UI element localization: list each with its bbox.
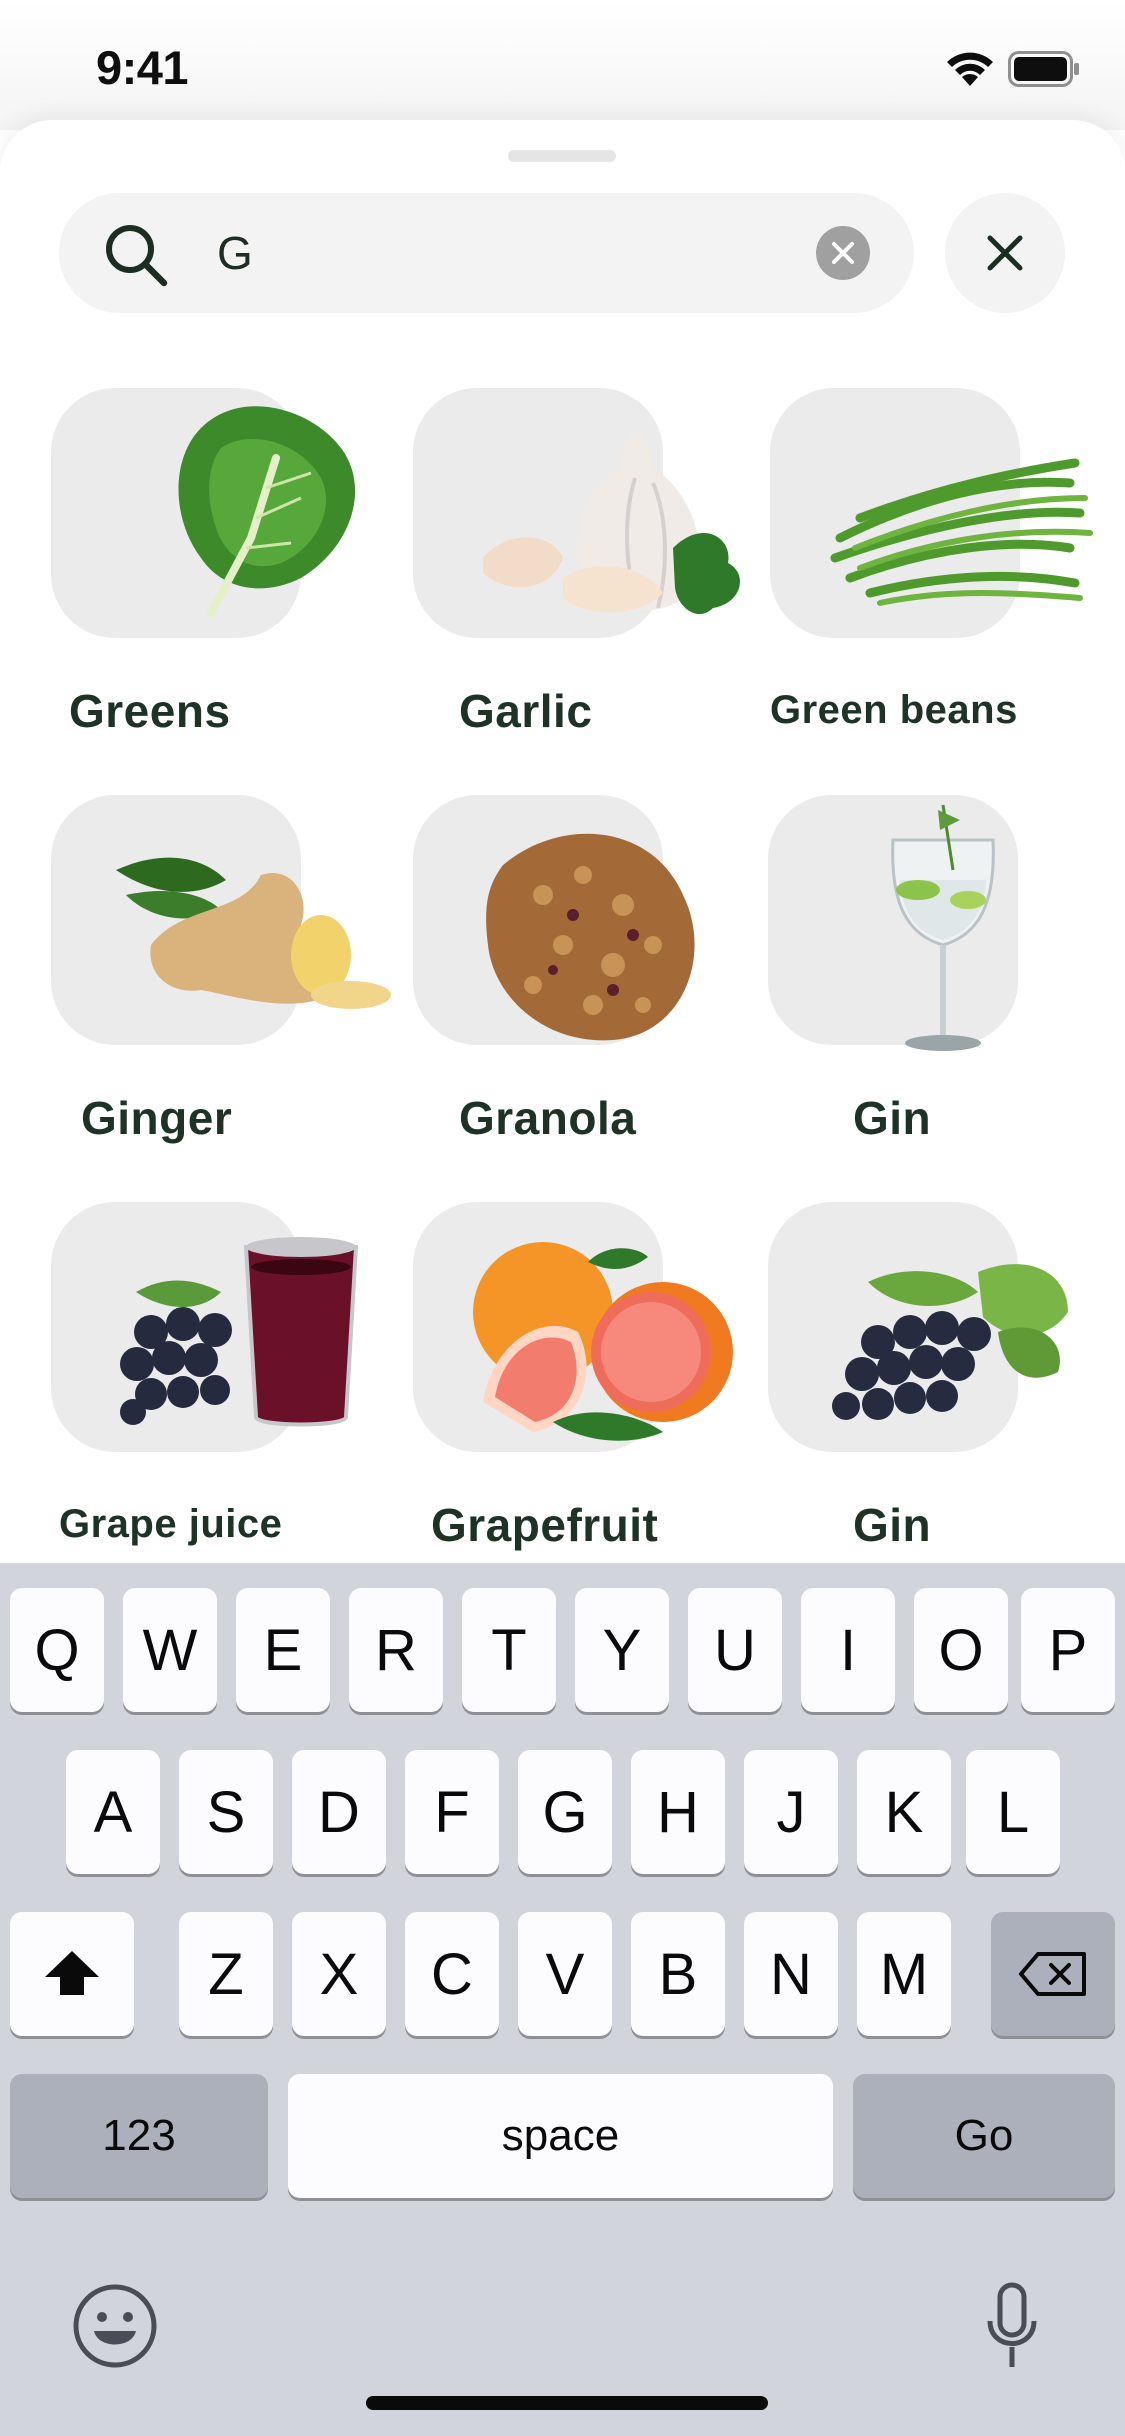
key-r[interactable]: R <box>349 1588 443 1712</box>
space-key[interactable]: space <box>288 2074 833 2198</box>
result-tile-green-beans[interactable]: Green beans <box>770 388 1125 768</box>
key-d[interactable]: D <box>292 1750 386 1874</box>
key-p[interactable]: P <box>1021 1588 1115 1712</box>
key-q[interactable]: Q <box>10 1588 104 1712</box>
battery-icon <box>1008 51 1079 87</box>
delete-key[interactable] <box>991 1912 1115 2036</box>
result-label: Green beans <box>770 688 1018 732</box>
key-i[interactable]: I <box>801 1588 895 1712</box>
result-label: Gin <box>853 1092 932 1144</box>
key-y[interactable]: Y <box>575 1588 669 1712</box>
result-tile-gin[interactable]: Gin <box>768 795 1125 1175</box>
status-bar: 9:41 <box>0 0 1125 130</box>
key-b[interactable]: B <box>631 1912 725 2036</box>
result-tile-grape-juice[interactable]: Grape juice <box>51 1202 421 1582</box>
key-o[interactable]: O <box>914 1588 1008 1712</box>
results-grid: Greens Garlic Green beans Ginger Granola… <box>0 258 1125 1551</box>
green-beans-image <box>830 458 1093 606</box>
result-tile-greens[interactable]: Greens <box>51 388 421 768</box>
key-t[interactable]: T <box>462 1588 556 1712</box>
result-label: Ginger <box>81 1092 233 1144</box>
key-w[interactable]: W <box>123 1588 217 1712</box>
sheet-grabber[interactable] <box>508 150 616 162</box>
grape-juice-image <box>120 1237 359 1427</box>
result-tile-grapefruit[interactable]: Grapefruit <box>413 1202 783 1582</box>
key-j[interactable]: J <box>744 1750 838 1874</box>
garlic-image <box>483 433 740 615</box>
numbers-key[interactable]: 123 <box>10 2074 268 2198</box>
key-g[interactable]: G <box>518 1750 612 1874</box>
key-e[interactable]: E <box>236 1588 330 1712</box>
result-label: Garlic <box>459 685 593 737</box>
wifi-icon <box>947 52 993 86</box>
key-s[interactable]: S <box>179 1750 273 1874</box>
gin-glass-image <box>891 804 995 1051</box>
result-label: Granola <box>459 1092 637 1144</box>
shift-icon <box>45 1951 99 1995</box>
result-label: Gin <box>853 1499 932 1551</box>
result-tile-ginger[interactable]: Ginger <box>51 795 421 1175</box>
ginger-image <box>116 857 391 1009</box>
granola-image <box>486 833 695 1041</box>
key-c[interactable]: C <box>405 1912 499 2036</box>
keyboard: Q W E R T Y U I O P A S D F G H J K L Z … <box>0 1563 1125 2436</box>
key-u[interactable]: U <box>688 1588 782 1712</box>
key-f[interactable]: F <box>405 1750 499 1874</box>
status-time: 9:41 <box>96 41 189 94</box>
greens-image <box>178 406 356 617</box>
result-label: Grape juice <box>59 1502 283 1546</box>
key-z[interactable]: Z <box>179 1912 273 2036</box>
grapefruit-image <box>473 1242 733 1441</box>
key-a[interactable]: A <box>66 1750 160 1874</box>
result-tile-granola[interactable]: Granola <box>413 795 783 1175</box>
result-tile-gin-grapes[interactable]: Gin <box>768 1202 1125 1582</box>
go-key[interactable]: Go <box>853 2074 1115 2198</box>
result-label: Greens <box>69 685 231 737</box>
key-k[interactable]: K <box>857 1750 951 1874</box>
backspace-icon <box>1019 1952 1086 1996</box>
result-label: Grapefruit <box>431 1499 659 1551</box>
home-indicator <box>366 2396 768 2410</box>
emoji-icon[interactable] <box>72 2283 158 2369</box>
key-h[interactable]: H <box>631 1750 725 1874</box>
microphone-icon[interactable] <box>984 2281 1040 2373</box>
key-m[interactable]: M <box>857 1912 951 2036</box>
shift-key[interactable] <box>10 1912 134 2036</box>
key-n[interactable]: N <box>744 1912 838 2036</box>
key-l[interactable]: L <box>966 1750 1060 1874</box>
grapes-image <box>832 1264 1068 1420</box>
key-x[interactable]: X <box>292 1912 386 2036</box>
key-v[interactable]: V <box>518 1912 612 2036</box>
result-tile-garlic[interactable]: Garlic <box>413 388 783 768</box>
